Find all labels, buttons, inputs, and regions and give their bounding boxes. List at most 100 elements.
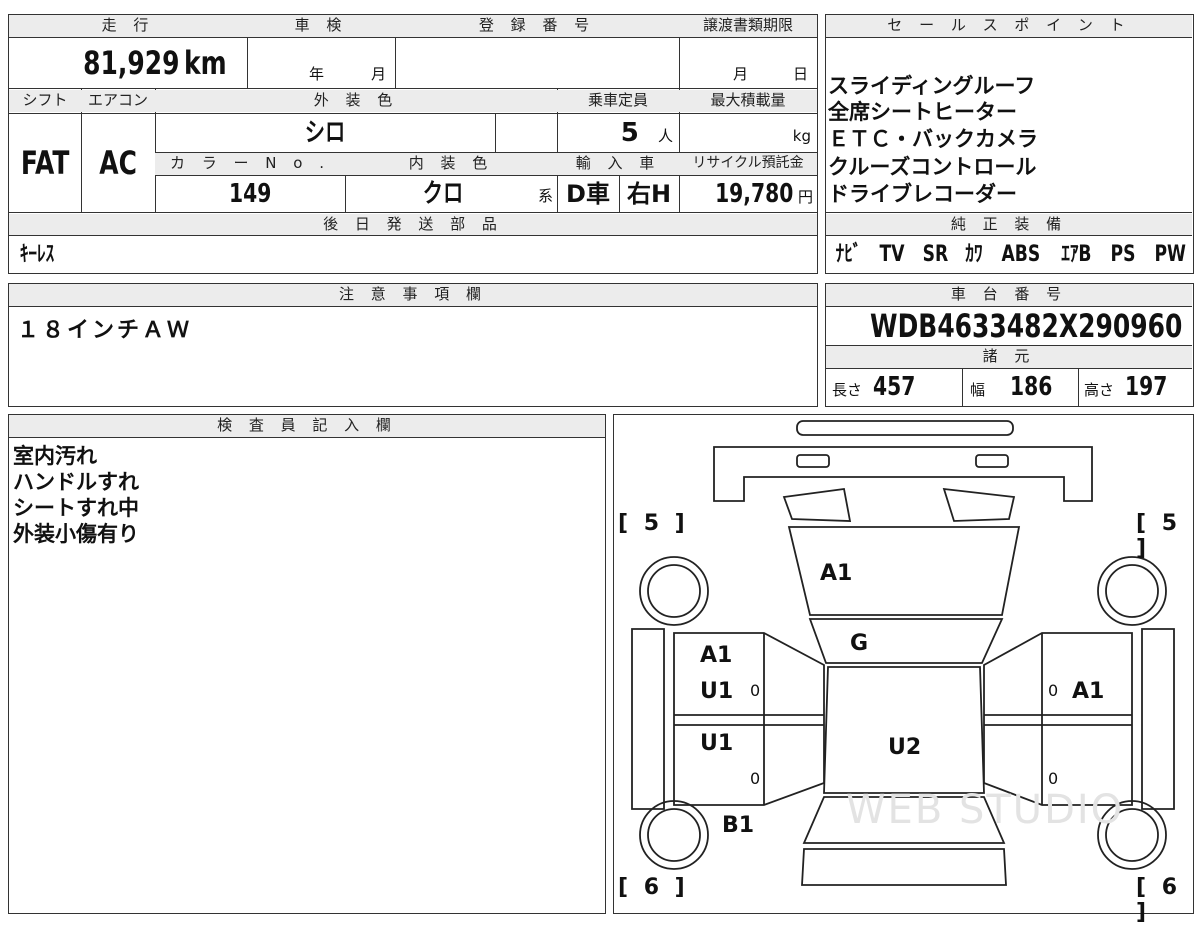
hood-damage-label: A1: [820, 561, 853, 586]
right-headlight-shape: [942, 487, 1016, 522]
later-parts-cell: ｷｰﾚｽ: [15, 239, 415, 271]
inspector-line: 外装小傷有り: [13, 522, 139, 546]
tire-rear-right-label: [ 6 ]: [1136, 875, 1182, 925]
registration-header: 登 録 番 号: [395, 15, 679, 37]
inspection-year-label: 年: [309, 65, 325, 83]
zero-mark: 0: [750, 769, 761, 788]
height-label: 高さ: [1084, 381, 1115, 399]
inspector-line: 室内汚れ: [13, 444, 97, 468]
color-no-cell: 149: [155, 177, 345, 211]
width-cell: 幅 186: [970, 370, 1076, 404]
equipment-item: ｶﾜ: [965, 242, 983, 267]
chassis-number-cell: WDB4633482X290960: [826, 307, 1192, 345]
left-mirror-shape: [796, 454, 830, 468]
mileage-unit: km: [184, 44, 227, 82]
aircon-cell: AC: [81, 115, 155, 211]
chassis-number: WDB4633482X290960: [870, 307, 1183, 345]
shift-cell: FAT: [9, 115, 81, 211]
inspector-line: シートすれ中: [13, 496, 139, 520]
exterior-color-cell: シロ: [155, 115, 495, 151]
transfer-deadline-header: 譲渡書類期限: [679, 15, 817, 37]
interior-color-value: クロ: [422, 179, 464, 209]
length-value: 457: [873, 372, 916, 402]
left-front-damage-label-a: A1: [700, 643, 733, 668]
front-left-tire-shape: [639, 556, 709, 626]
capacity-header: 乗車定員: [557, 90, 679, 112]
shift-value: FAT: [20, 144, 70, 182]
capacity-cell: 5 人: [557, 115, 679, 151]
watermark: WEB STUDIO: [846, 787, 1125, 833]
mileage-header: 走 行: [9, 15, 247, 37]
vehicle-info-table: 走 行 車 検 登 録 番 号 譲渡書類期限 81,929 km 年 月 月 日…: [8, 14, 818, 274]
mileage-cell: 81,929 km: [9, 39, 245, 87]
rear-left-quarter-damage-label: B1: [722, 813, 755, 838]
aircon-header: エアコン: [81, 90, 155, 112]
notes-value: １８インチＡＷ: [17, 318, 193, 342]
sales-points-header: セ ー ル ス ポ イ ン ト: [826, 15, 1192, 37]
later-parts-header: 後 日 発 送 部 品: [9, 214, 817, 235]
width-label: 幅: [970, 381, 986, 399]
equipment-item: SR: [922, 242, 949, 267]
sales-point-item: 全席シートヒーター: [828, 100, 1017, 124]
rear-left-tire-shape: [639, 800, 709, 870]
interior-color-suffix: 系: [537, 187, 553, 205]
front-right-tire-shape: [1097, 556, 1167, 626]
zero-mark: 0: [750, 681, 761, 700]
equipment-item: PS: [1110, 242, 1136, 267]
import-header: 輸 入 車: [557, 153, 679, 175]
length-cell: 長さ 457: [832, 370, 960, 404]
equipment-item: ﾅﾋﾞ: [835, 242, 862, 267]
inspector-header: 検 査 員 記 入 欄: [9, 415, 605, 437]
spec-header: 諸 元: [826, 346, 1192, 368]
left-headlight-shape: [782, 487, 852, 522]
zero-mark: 0: [1048, 681, 1059, 700]
later-parts-value: ｷｰﾚｽ: [19, 242, 55, 267]
recycle-header: リサイクル預託金: [679, 153, 817, 175]
recycle-cell: 19,780 円: [679, 177, 817, 211]
front-bumper-shape: [796, 420, 1014, 436]
equipment-header: 純 正 装 備: [826, 214, 1192, 235]
left-front-damage-label-b: U1: [700, 679, 734, 704]
color-no-value: 149: [228, 179, 272, 209]
max-load-unit: kg: [792, 127, 811, 145]
front-end-shape: [713, 446, 1093, 502]
steering-cell: 右H: [619, 177, 679, 211]
chassis-header: 車 台 番 号: [826, 284, 1192, 306]
import-type-cell: D車: [557, 177, 619, 211]
left-side-shape: [673, 632, 825, 806]
height-cell: 高さ 197: [1084, 370, 1190, 404]
notes-header: 注 意 事 項 欄: [9, 284, 817, 306]
windshield-shape: [808, 618, 1004, 664]
equipment-item: ABS: [1001, 242, 1041, 267]
aircon-value: AC: [99, 144, 137, 182]
right-side-damage-label: A1: [1072, 679, 1105, 704]
tire-front-left-label: [ 5 ]: [618, 511, 689, 536]
interior-color-header: 内 装 色: [345, 153, 557, 175]
import-type-value: D車: [566, 180, 610, 208]
windshield-damage-label: G: [850, 631, 869, 656]
equipment-item: ｴｱB: [1061, 242, 1092, 267]
exterior-color-value: シロ: [304, 118, 346, 148]
shift-header: シフト: [9, 90, 81, 112]
sales-point-item: ドライブレコーダー: [828, 182, 1017, 206]
left-rear-door-damage-label: U1: [700, 731, 734, 756]
capacity-unit: 人: [657, 127, 673, 145]
sales-point-item: ＥＴＣ・バックカメラ: [828, 127, 1038, 151]
height-value: 197: [1125, 372, 1168, 402]
tire-rear-left-label: [ 6 ]: [618, 875, 689, 900]
inspection-header: 車 検: [247, 15, 395, 37]
capacity-value: 5: [620, 118, 639, 148]
width-value: 186: [1010, 372, 1053, 402]
sales-point-item: クルーズコントロール: [828, 155, 1037, 179]
max-load-header: 最大積載量: [679, 90, 817, 112]
equipment-list: ﾅﾋﾞ TV SR ｶﾜ ABS ｴｱB PS PW: [832, 239, 1190, 271]
roof-damage-label: U2: [888, 735, 922, 760]
zero-mark: 0: [1048, 769, 1059, 788]
tire-front-right-label: [ 5 ]: [1136, 511, 1182, 561]
steering-value: 右H: [626, 180, 672, 208]
recycle-value: 19,780: [714, 179, 793, 209]
sales-point-item: スライディングルーフ: [828, 74, 1036, 98]
equipment-item: TV: [879, 242, 905, 267]
sales-points-box: セ ー ル ス ポ イ ン ト スライディングルーフ 全席シートヒーター ＥＴＣ…: [825, 14, 1194, 274]
roof-shape: [823, 666, 985, 794]
